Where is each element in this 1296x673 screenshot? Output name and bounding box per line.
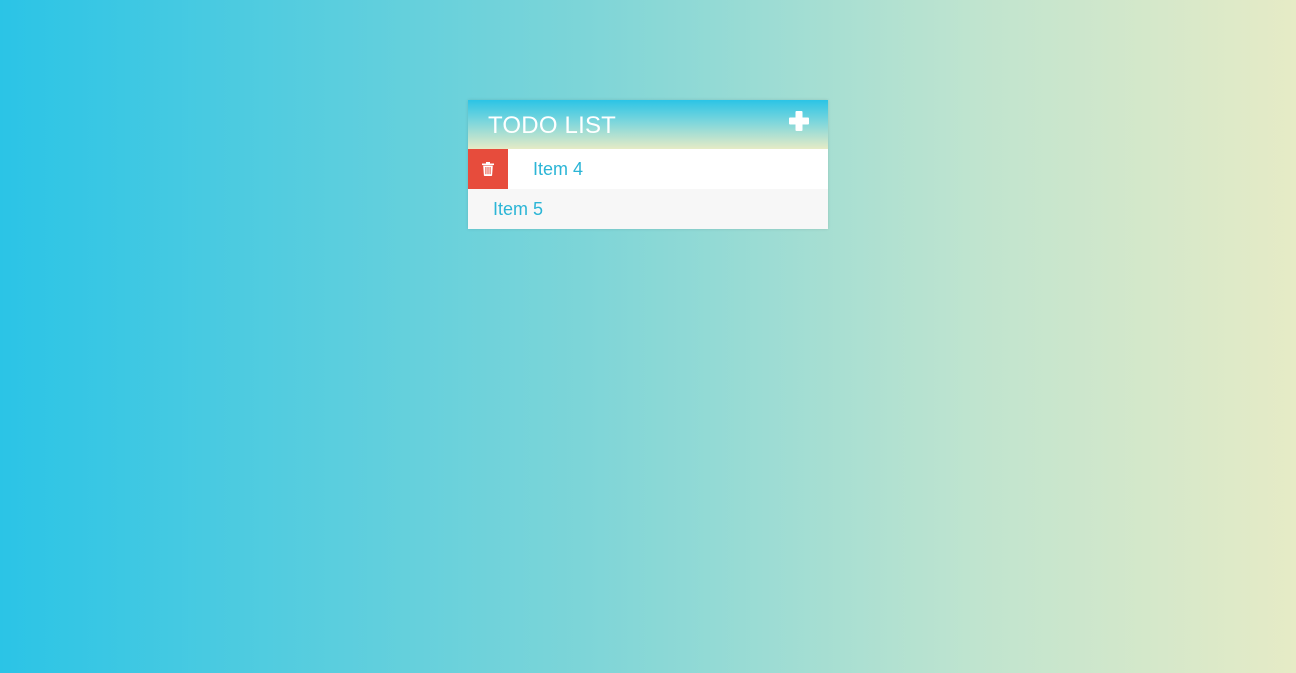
add-item-button[interactable] — [788, 110, 810, 132]
todo-list: Item 4 Item 5 — [468, 149, 828, 229]
list-item[interactable]: Item 5 — [468, 189, 828, 229]
todo-card: TODO LIST Item 4 Item 5 — [468, 100, 828, 229]
trash-icon — [482, 162, 494, 176]
todo-header: TODO LIST — [468, 100, 828, 149]
list-item-label: Item 4 — [533, 158, 584, 179]
list-item-label: Item 5 — [493, 198, 544, 219]
page-title: TODO LIST — [488, 112, 617, 139]
delete-button[interactable] — [468, 149, 508, 189]
list-item[interactable]: Item 4 — [468, 149, 828, 189]
plus-icon — [789, 111, 809, 131]
